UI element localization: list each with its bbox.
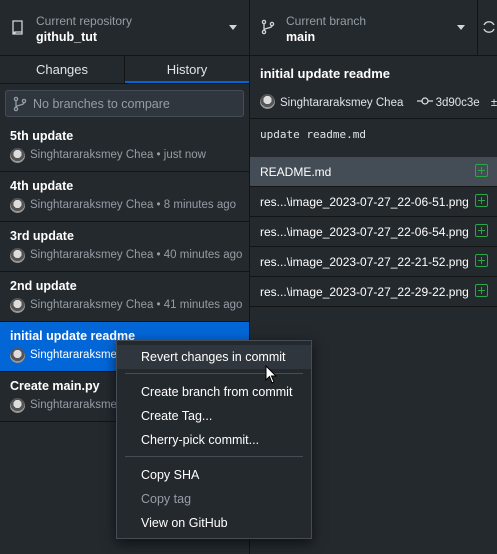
- file-name: res...\image_2023-07-27_22-06-54.png: [260, 225, 469, 239]
- file-added-icon: [475, 224, 488, 237]
- toolbar: Current repository github_tut Current br…: [0, 0, 497, 56]
- commit-detail-meta: Singhtararaksmey Chea 3d90c3e ± 5: [260, 91, 497, 109]
- commit-title: 5th update: [10, 129, 74, 143]
- repository-label: Current repository: [36, 14, 133, 28]
- file-item[interactable]: README.md: [250, 157, 497, 187]
- menu-item-copy-sha[interactable]: Copy SHA: [117, 463, 311, 487]
- commit-meta: Singhtararaksmey Chea • 40 minutes ago: [30, 249, 243, 261]
- file-item[interactable]: res...\image_2023-07-27_22-21-52.png: [250, 247, 497, 277]
- file-name: res...\image_2023-07-27_22-21-52.png: [260, 255, 469, 269]
- context-menu: Revert changes in commit Create branch f…: [116, 340, 312, 539]
- repository-selector[interactable]: Current repository github_tut: [0, 0, 250, 55]
- branch-name: main: [286, 30, 316, 44]
- commit-title: 3rd update: [10, 229, 74, 243]
- file-name: res...\image_2023-07-27_22-29-22.png: [260, 285, 469, 299]
- branch-compare-icon: [13, 96, 27, 112]
- sync-icon: [483, 21, 495, 33]
- branch-icon: [261, 19, 275, 35]
- tab-changes[interactable]: Changes: [0, 56, 125, 83]
- divider: [250, 118, 497, 119]
- menu-item-create-tag[interactable]: Create Tag...: [117, 404, 311, 428]
- commit-item[interactable]: 5th update Singhtararaksmey Chea • just …: [0, 122, 249, 172]
- fetch-button[interactable]: [478, 0, 497, 55]
- diff-icon: ±: [490, 97, 497, 109]
- commit-detail-title: initial update readme: [260, 66, 391, 81]
- commit-meta: Singhtararaksmey: [30, 399, 123, 411]
- branch-compare-placeholder: No branches to compare: [33, 97, 170, 111]
- file-added-icon: [475, 284, 488, 297]
- commit-item[interactable]: 3rd update Singhtararaksmey Chea • 40 mi…: [0, 222, 249, 272]
- avatar: [10, 148, 25, 163]
- branch-selector[interactable]: Current branch main: [250, 0, 478, 55]
- avatar: [10, 248, 25, 263]
- mouse-cursor-icon: [265, 365, 278, 384]
- avatar: [260, 94, 275, 109]
- commit-meta: Singhtararaksmey Chea • just now: [30, 149, 206, 161]
- menu-item-create-branch[interactable]: Create branch from commit: [117, 380, 311, 404]
- commit-title: 2nd update: [10, 279, 77, 293]
- repository-name: github_tut: [36, 30, 98, 44]
- commit-sha[interactable]: 3d90c3e: [436, 97, 480, 109]
- file-name: README.md: [260, 165, 332, 179]
- chevron-down-icon: [229, 25, 237, 30]
- repo-icon: [12, 20, 23, 35]
- menu-item-view-on-github[interactable]: View on GitHub: [117, 511, 311, 535]
- branch-label: Current branch: [286, 14, 367, 28]
- commit-meta: Singhtararaksmey: [30, 349, 123, 361]
- avatar: [10, 198, 25, 213]
- commit-title: Create main.py: [10, 379, 100, 393]
- avatar: [10, 398, 25, 413]
- menu-item-copy-tag: Copy tag: [141, 492, 192, 506]
- changed-files-list: README.md res...\image_2023-07-27_22-06-…: [250, 157, 497, 307]
- commit-icon: [416, 97, 433, 105]
- file-item[interactable]: res...\image_2023-07-27_22-29-22.png: [250, 277, 497, 307]
- menu-separator: [125, 456, 303, 457]
- file-item[interactable]: res...\image_2023-07-27_22-06-51.png: [250, 187, 497, 217]
- tab-bar: Changes History: [0, 56, 249, 84]
- avatar: [10, 348, 25, 363]
- commit-description: update readme.md: [260, 128, 366, 141]
- commit-meta: Singhtararaksmey Chea • 41 minutes ago: [30, 299, 243, 311]
- menu-item-cherry-pick[interactable]: Cherry-pick commit...: [117, 428, 311, 452]
- branch-compare-input[interactable]: No branches to compare: [5, 90, 244, 117]
- tab-history[interactable]: History: [125, 56, 249, 83]
- commit-meta: Singhtararaksmey Chea • 8 minutes ago: [30, 199, 237, 211]
- commit-title: 4th update: [10, 179, 74, 193]
- commit-item[interactable]: 4th update Singhtararaksmey Chea • 8 min…: [0, 172, 249, 222]
- commit-item[interactable]: 2nd update Singhtararaksmey Chea • 41 mi…: [0, 272, 249, 322]
- file-added-icon: [475, 164, 488, 177]
- avatar: [10, 298, 25, 313]
- commit-author: Singhtararaksmey Chea: [280, 97, 404, 109]
- file-added-icon: [475, 194, 488, 207]
- menu-item-revert[interactable]: Revert changes in commit: [117, 345, 311, 369]
- file-item[interactable]: res...\image_2023-07-27_22-06-54.png: [250, 217, 497, 247]
- chevron-down-icon: [457, 25, 465, 30]
- file-added-icon: [475, 254, 488, 267]
- file-name: res...\image_2023-07-27_22-06-51.png: [260, 195, 469, 209]
